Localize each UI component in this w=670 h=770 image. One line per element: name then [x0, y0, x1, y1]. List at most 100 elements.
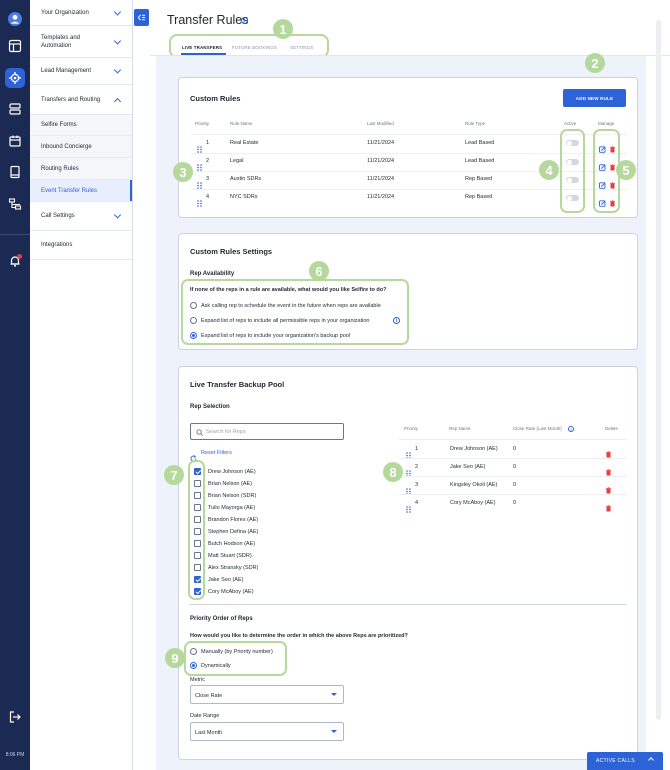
rep-search-box[interactable]	[190, 423, 344, 440]
book-icon[interactable]	[5, 162, 25, 182]
reset-filters-link[interactable]: Reset Filters	[201, 450, 232, 456]
rule-name: Legal	[230, 158, 244, 164]
chevron-down-icon	[113, 36, 122, 45]
nav-routing-rules[interactable]: Routing Rules	[30, 158, 132, 180]
delete-icon[interactable]	[605, 481, 612, 494]
nav-integrations[interactable]: Integrations	[30, 231, 132, 260]
drag-handle-icon[interactable]	[197, 140, 202, 153]
column-header: Active	[564, 121, 577, 126]
rep-checkbox-label: Drew Johnson (AE)	[208, 469, 256, 475]
backup-pool-card: Live Transfer Backup Pool Rep Selection …	[178, 366, 638, 760]
search-input[interactable]	[206, 426, 336, 437]
info-icon[interactable]: i	[568, 426, 574, 432]
active-calls-button[interactable]: ACTIVE CALLS	[587, 752, 663, 770]
drag-handle-icon[interactable]	[197, 158, 202, 171]
pool-priority: 3	[415, 482, 419, 488]
annotation-marker-5: 5	[616, 160, 636, 180]
annotation-marker-1: 1	[273, 19, 293, 39]
column-header: Rule Name	[230, 121, 253, 126]
delete-icon[interactable]	[605, 463, 612, 476]
rule-name: Real Estate	[230, 140, 259, 146]
chevron-up-icon	[113, 97, 122, 105]
page-scrollbar[interactable]	[656, 20, 661, 720]
notification-badge	[17, 254, 22, 259]
drag-handle-icon[interactable]	[406, 482, 411, 495]
drag-handle-icon[interactable]	[197, 176, 202, 189]
drag-handle-icon[interactable]	[197, 194, 202, 207]
pool-priority: 4	[415, 500, 419, 506]
tab-live-transfers[interactable]: LIVE TRANSFERS	[182, 45, 222, 50]
metric-label: Metric	[190, 677, 205, 683]
annotation-marker-8: 8	[383, 462, 403, 482]
chevron-down-icon	[113, 7, 122, 16]
row-divider	[399, 458, 627, 459]
date-range-label: Date Range	[190, 713, 220, 719]
layout-icon[interactable]	[5, 36, 25, 56]
routing-icon[interactable]	[5, 194, 25, 214]
pool-rep-name: Jake Seo (AE)	[450, 464, 486, 470]
tab-future-bookings[interactable]: FUTURE BOOKINGS	[232, 45, 277, 50]
icon-rail: 8:06 PM	[0, 0, 30, 770]
chevron-up-icon	[648, 757, 654, 763]
row-divider	[399, 476, 627, 477]
pool-close-rate: 0	[513, 500, 517, 506]
annotation-marker-6: 6	[309, 261, 329, 281]
info-icon[interactable]: i	[241, 17, 248, 24]
rule-priority: 4	[206, 194, 210, 200]
rule-type: Lead Based	[465, 158, 495, 164]
nav-label: Call Settings	[41, 213, 75, 219]
annotation-highlight	[188, 460, 205, 600]
nav-label: Transfers and Routing	[41, 96, 101, 103]
drag-handle-icon[interactable]	[406, 446, 411, 459]
rule-priority: 2	[206, 158, 210, 164]
pool-close-rate: 0	[513, 464, 517, 470]
nav-label: Selfire Forms	[41, 122, 77, 128]
nav-call-settings[interactable]: Call Settings	[30, 202, 132, 231]
rule-type: Lead Based	[465, 140, 495, 146]
settings-icon[interactable]	[5, 68, 25, 88]
nav-selfire-forms[interactable]: Selfire Forms	[30, 115, 132, 136]
caret-down-icon	[331, 693, 337, 696]
nav-templates-automation[interactable]: Templates and Automation	[30, 26, 132, 58]
pool-rep-name: Kingsley Okoli (AE)	[450, 482, 498, 488]
annotation-marker-3: 3	[173, 162, 193, 182]
nav-label: Your Organization	[41, 9, 89, 16]
drag-handle-icon[interactable]	[406, 500, 411, 513]
pool-priority: 2	[415, 464, 419, 470]
nav-lead-management[interactable]: Lead Management	[30, 58, 132, 85]
pool-rep-name: Drew Johnson (AE)	[450, 446, 498, 452]
rule-modified: 11/21/2024	[367, 140, 395, 146]
logout-icon[interactable]	[5, 707, 25, 727]
nav-event-transfer-rules[interactable]: Event Transfer Rules	[30, 180, 132, 202]
nav-inbound-concierge[interactable]: Inbound Concierge	[30, 136, 132, 158]
chevron-down-icon	[113, 211, 122, 219]
rep-checkbox-label: Stephen Defina (AE)	[208, 529, 259, 535]
rule-modified: 11/21/2024	[367, 176, 395, 182]
bell-icon[interactable]	[5, 251, 25, 271]
caret-down-icon	[331, 730, 337, 733]
page-title: Transfer Rules	[167, 13, 249, 27]
metric-select[interactable]: Close Rate	[190, 685, 344, 704]
drag-handle-icon[interactable]	[406, 464, 411, 477]
annotation-highlight	[184, 641, 287, 676]
server-icon[interactable]	[5, 99, 25, 119]
rule-type: Rep Based	[465, 194, 493, 200]
collapse-sidebar-button[interactable]	[134, 9, 149, 26]
nav-transfers-routing[interactable]: Transfers and Routing	[30, 85, 132, 115]
nav-your-organization[interactable]: Your Organization	[30, 0, 132, 26]
delete-icon[interactable]	[605, 499, 612, 512]
active-calls-label: ACTIVE CALLS	[596, 758, 635, 764]
column-header: Manage	[598, 121, 615, 126]
column-header: Rule Type	[465, 121, 486, 126]
row-divider	[399, 494, 627, 495]
calendar-icon[interactable]	[5, 131, 25, 151]
tab-settings[interactable]: SETTINGS	[290, 45, 313, 50]
priority-order-heading: Priority Order of Reps	[190, 616, 253, 622]
delete-icon[interactable]	[605, 445, 612, 458]
add-new-rule-button[interactable]: ADD NEW RULE	[563, 89, 626, 107]
nav-label: Integrations	[41, 242, 73, 248]
rail-divider	[0, 234, 30, 235]
column-header: Priority	[404, 426, 419, 431]
date-range-select[interactable]: Last Month	[190, 722, 344, 741]
avatar-icon[interactable]	[5, 9, 25, 29]
